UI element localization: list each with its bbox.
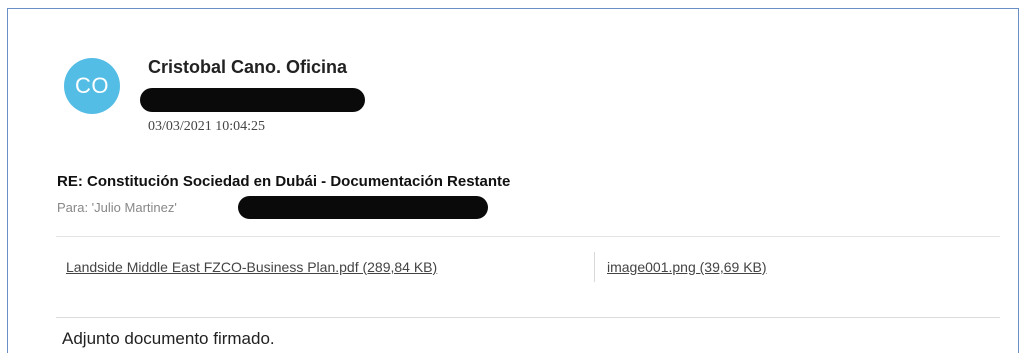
sent-timestamp: 03/03/2021 10:04:25 xyxy=(148,119,266,134)
email-body-text: Adjunto documento firmado. xyxy=(62,329,275,348)
attachment-link-business-plan[interactable]: Landside Middle East FZCO-Business Plan.… xyxy=(66,259,437,275)
divider xyxy=(56,317,1000,318)
email-subject: RE: Constitución Sociedad en Dubái - Doc… xyxy=(57,173,511,190)
sender-name: Cristobal Cano. Oficina xyxy=(148,57,348,77)
redacted-recipient-email xyxy=(238,196,488,219)
sender-avatar: CO xyxy=(64,58,120,114)
attachment-separator xyxy=(594,252,595,282)
recipient-line: Para: 'Julio Martinez' xyxy=(57,200,177,215)
redacted-sender-email xyxy=(140,88,365,112)
divider xyxy=(56,236,1000,237)
attachment-link-image[interactable]: image001.png (39,69 KB) xyxy=(607,259,767,275)
